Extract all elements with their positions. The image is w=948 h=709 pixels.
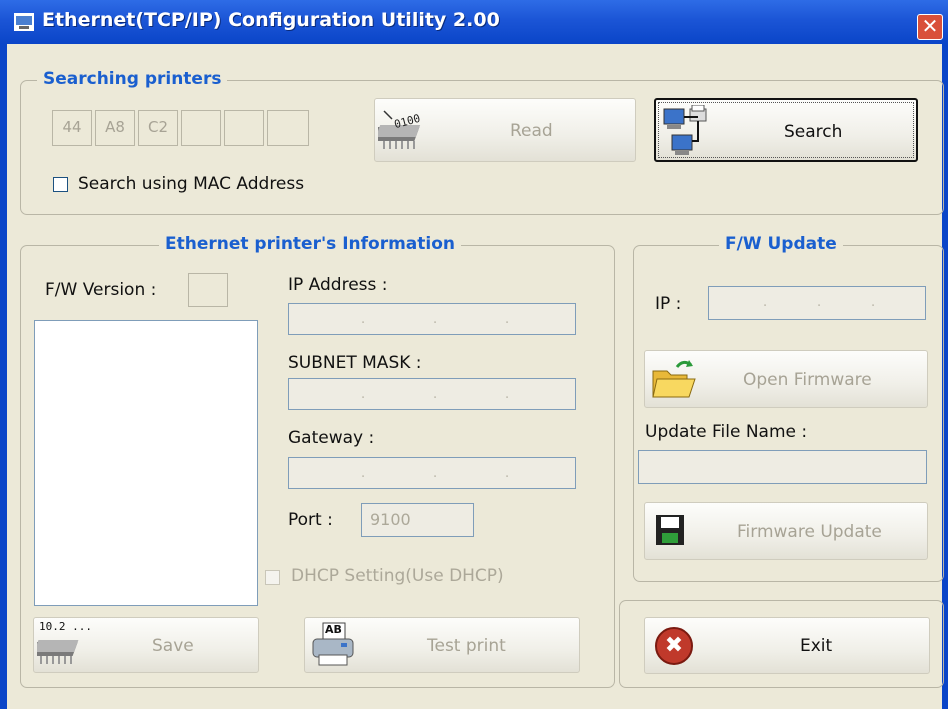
network-computers-icon — [662, 104, 714, 157]
dhcp-checkbox[interactable] — [265, 570, 280, 585]
printer-icon-text: AB — [325, 623, 342, 636]
printer-listbox[interactable] — [34, 320, 258, 606]
exit-button-label: Exit — [800, 636, 833, 656]
printer-icon: AB — [311, 621, 355, 669]
open-folder-icon — [651, 357, 697, 401]
gateway-field[interactable]: ... — [288, 457, 576, 489]
open-firmware-button-label: Open Firmware — [743, 370, 872, 390]
mac-octet-5[interactable] — [224, 110, 264, 146]
chip-save-icon-text: 10.2 ... — [39, 620, 92, 633]
printer-info-legend: Ethernet printer's Information — [159, 234, 462, 254]
exit-button[interactable]: ✖ Exit — [644, 617, 930, 674]
mac-octet-2[interactable]: A8 — [95, 110, 135, 146]
close-button[interactable]: ✕ — [917, 14, 943, 40]
save-button[interactable]: 10.2 ... Save — [30, 617, 259, 673]
exit-icon: ✖ — [655, 627, 693, 665]
chip-save-icon: 10.2 ... — [30, 620, 92, 668]
ip-address-field[interactable]: ... — [288, 303, 576, 335]
app-icon — [14, 13, 34, 31]
test-print-button-label: Test print — [427, 636, 506, 656]
subnet-mask-field[interactable]: ... — [288, 378, 576, 410]
dhcp-checkbox-label: DHCP Setting(Use DHCP) — [291, 566, 504, 586]
mac-octet-4[interactable] — [181, 110, 221, 146]
test-print-button[interactable]: AB Test print — [304, 617, 580, 673]
mac-octet-6[interactable] — [267, 110, 309, 146]
mac-address-checkbox[interactable] — [53, 177, 68, 192]
fw-version-label: F/W Version : — [45, 280, 157, 300]
chip-read-icon: 0100 — [372, 109, 434, 153]
update-file-name-label: Update File Name : — [645, 422, 808, 442]
close-icon: ✕ — [921, 14, 939, 38]
gateway-label: Gateway : — [288, 428, 375, 448]
firmware-update-button-label: Firmware Update — [737, 522, 882, 542]
fw-ip-field[interactable]: ... — [708, 286, 926, 320]
port-field[interactable]: 9100 — [361, 503, 474, 537]
update-file-name-field[interactable] — [638, 450, 927, 484]
fw-update-legend: F/W Update — [719, 234, 843, 254]
read-button[interactable]: 0100 Read — [372, 98, 636, 162]
mac-address-checkbox-label: Search using MAC Address — [78, 174, 305, 194]
open-firmware-button[interactable]: Open Firmware — [644, 350, 928, 408]
mac-octet-1[interactable]: 44 — [52, 110, 92, 146]
window-title: Ethernet(TCP/IP) Configuration Utility 2… — [42, 9, 500, 31]
floppy-disk-icon — [652, 511, 690, 551]
window-frame-left — [0, 44, 7, 709]
searching-printers-legend: Searching printers — [37, 69, 228, 89]
port-label: Port : — [288, 510, 333, 530]
fw-ip-label: IP : — [655, 294, 682, 314]
ip-address-label: IP Address : — [288, 275, 388, 295]
read-button-label: Read — [510, 121, 553, 141]
fw-version-field — [188, 273, 228, 307]
save-button-label: Save — [152, 636, 194, 656]
search-button-label: Search — [784, 122, 843, 142]
mac-octet-3[interactable]: C2 — [138, 110, 178, 146]
search-button[interactable]: Search — [654, 98, 918, 162]
subnet-mask-label: SUBNET MASK : — [288, 353, 422, 373]
firmware-update-button[interactable]: Firmware Update — [644, 502, 928, 560]
